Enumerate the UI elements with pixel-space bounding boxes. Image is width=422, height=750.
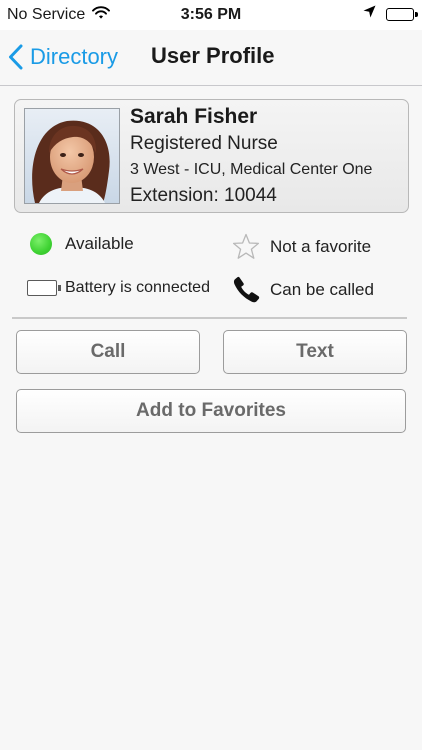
battery-icon [386,7,418,21]
favorite-status: Not a favorite [232,233,371,260]
page-title: User Profile [151,43,275,68]
location-arrow-icon [363,5,376,23]
battery-connection-status: Battery is connected [25,279,210,297]
profile-details: Sarah Fisher Registered Nurse 3 West - I… [130,104,372,210]
phone-icon [233,276,259,303]
profile-role: Registered Nurse [130,133,278,154]
available-status-icon [30,233,52,255]
callable-label: Can be called [270,279,374,299]
profile-extension: Extension: 10044 [130,185,277,206]
back-button-label: Directory [30,44,119,69]
avatar [24,108,120,204]
profile-card: Sarah Fisher Registered Nurse 3 West - I… [14,99,409,213]
profile-location: 3 West - ICU, Medical Center One [130,161,373,178]
presence-label: Available [65,234,134,253]
favorite-label: Not a favorite [270,236,372,256]
chevron-left-icon [9,44,23,70]
battery-label: Battery is connected [65,279,210,296]
profile-name: Sarah Fisher [130,105,258,128]
back-button[interactable]: Directory [8,40,118,74]
call-button[interactable]: Call [16,330,200,374]
navigation-bar: Directory User Profile [0,30,422,86]
divider [12,317,407,319]
star-outline-icon [232,233,260,259]
callable-status: Can be called [232,276,374,303]
presence-status: Available [30,233,134,255]
battery-icon [27,280,61,296]
add-to-favorites-button[interactable]: Add to Favorites [16,389,406,433]
status-bar: No Service 3:56 PM [0,0,422,30]
status-time: 3:56 PM [180,6,242,23]
text-button[interactable]: Text [223,330,407,374]
status-right [363,5,418,23]
